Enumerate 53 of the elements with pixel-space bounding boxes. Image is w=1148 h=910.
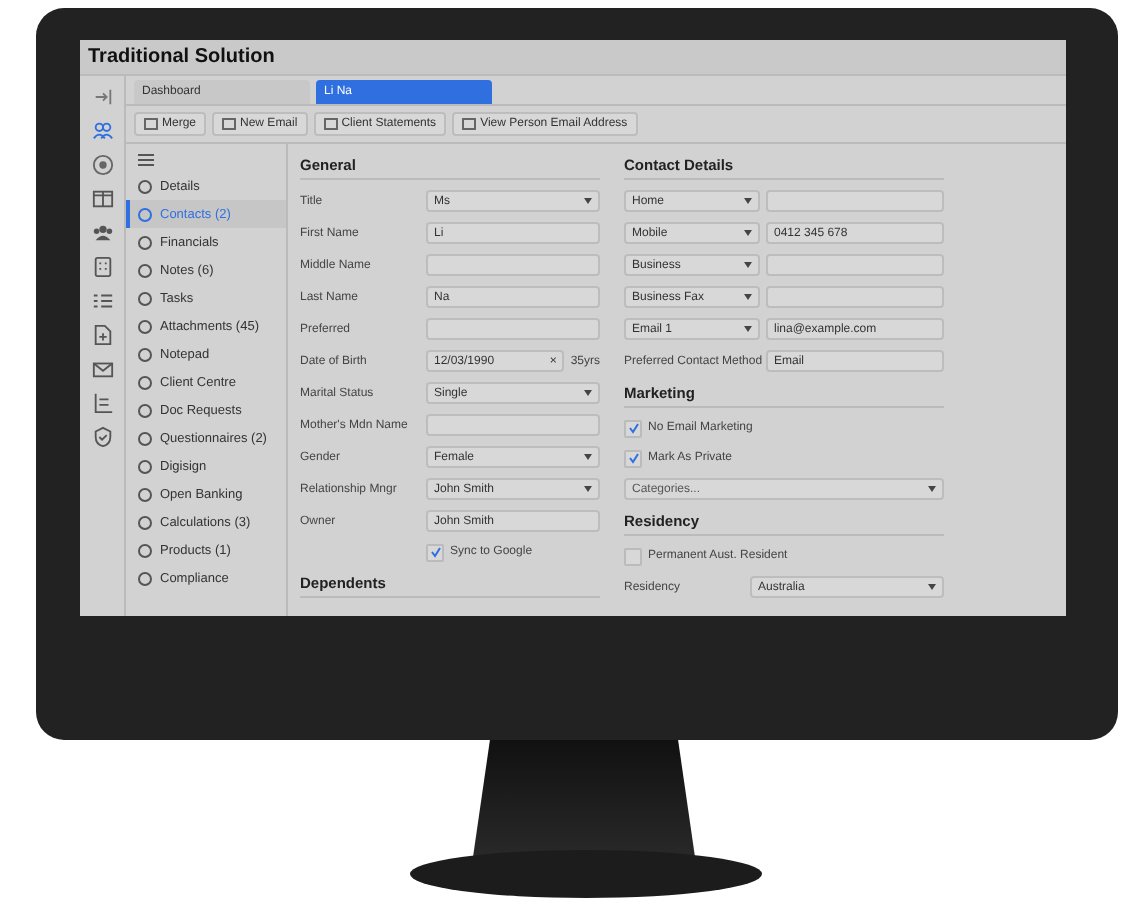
text-field[interactable] [766,254,944,276]
circle-icon [138,291,152,305]
text-field[interactable] [426,254,600,276]
text-field[interactable] [426,414,600,436]
circle-icon [138,375,152,389]
circle-icon [138,207,152,221]
caret-icon [584,454,592,460]
text-field[interactable] [426,318,600,340]
circle-icon [138,235,152,249]
circle-icon [138,459,152,473]
caret-icon [584,486,592,492]
layout-icon[interactable] [91,188,113,210]
square-icon [462,118,477,130]
caret-icon [928,584,936,590]
circle-icon [138,515,152,529]
text-field[interactable] [766,190,944,212]
checkbox[interactable] [624,449,642,467]
square-icon [222,118,237,130]
mail-icon[interactable] [91,358,113,380]
people-icon[interactable] [91,120,113,142]
collapse-arrow-icon[interactable] [91,86,113,108]
checkbox[interactable] [624,547,642,565]
circle-icon [138,403,152,417]
target-icon[interactable] [91,154,113,176]
caret-icon [744,198,752,204]
circle-icon [138,487,152,501]
document-icon[interactable] [91,324,113,346]
group-icon[interactable] [91,222,113,244]
circle-icon [138,347,152,361]
caret-icon [928,486,936,492]
caret-icon [744,294,752,300]
checkbox[interactable] [426,543,444,561]
caret-icon [744,230,752,236]
text-field[interactable] [766,286,944,308]
window-title: Traditional Solution [80,40,1066,76]
square-icon [144,118,158,130]
list-icon[interactable] [91,392,113,414]
caret-icon [744,326,752,332]
circle-icon [138,571,152,585]
circle-icon [138,431,152,445]
checkbox[interactable] [624,419,642,437]
calculator-icon[interactable] [91,256,113,278]
circle-icon [138,179,152,193]
caret-icon [584,198,592,204]
circle-icon [138,263,152,277]
circle-icon [138,543,152,557]
shield-icon[interactable] [91,426,113,448]
checklist-icon[interactable] [91,290,113,312]
menu-icon[interactable] [138,154,154,166]
caret-icon [584,390,592,396]
caret-icon [744,262,752,268]
square-icon [323,118,338,130]
circle-icon [138,319,152,333]
